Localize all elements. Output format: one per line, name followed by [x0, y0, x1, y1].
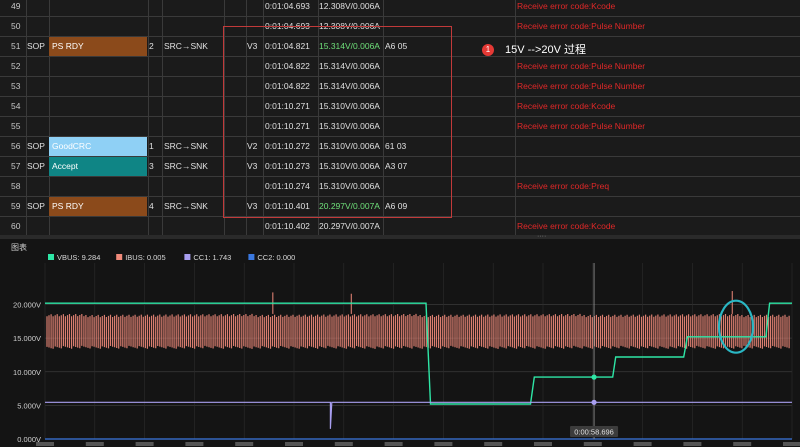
table-row[interactable]: 60 0:01:10.402 20.297V/0.007A Receive error…	[0, 217, 800, 235]
error-cell: Receive error code:Pulse Number	[517, 61, 646, 71]
x-tick-label	[733, 442, 752, 446]
row-number: 57	[11, 161, 21, 171]
cursor-time-label: 0:00:58.696	[574, 428, 614, 437]
x-tick-label	[334, 442, 353, 446]
x-tick-label	[185, 442, 204, 446]
time-cell: 0:01:10.402	[265, 221, 310, 231]
waveform-chart[interactable]: VBUS: 9.284 IBUS: 0.005 CC1: 1.743 CC2: 0.0…	[0, 239, 800, 447]
time-cell: 0:01:04.693	[265, 1, 310, 11]
y-tick-label: 5.000V	[17, 401, 41, 410]
legend-swatch	[48, 254, 54, 260]
x-tick-label	[85, 442, 104, 446]
message-cell: PS RDY	[49, 197, 147, 216]
legend-swatch	[184, 254, 191, 260]
x-tick-label	[783, 442, 800, 446]
x-tick-label	[235, 442, 254, 446]
row-number: 55	[11, 121, 21, 131]
sop-cell: SOP	[27, 161, 45, 171]
x-tick-label	[484, 442, 503, 446]
legend-swatch	[248, 254, 255, 260]
direction-cell: SRC→SNK	[164, 41, 208, 51]
direction-cell: SRC→SNK	[164, 141, 208, 151]
error-cell: Receive error code:Pulse Number	[517, 21, 646, 31]
x-tick-label	[36, 442, 54, 446]
error-cell: Receive error code:Kcode	[517, 1, 616, 11]
legend-label: VBUS: 9.284	[57, 253, 100, 262]
direction-cell: SRC→SNK	[164, 201, 208, 211]
index-cell: 1	[149, 141, 154, 151]
cursor-point-cc1	[591, 399, 597, 405]
x-tick-label	[135, 442, 154, 446]
legend-label: CC1: 1.743	[193, 253, 231, 262]
sop-cell: SOP	[27, 41, 45, 51]
vbus-ibus-cell: 12.308V/0.006A	[319, 1, 380, 11]
direction-cell: SRC→SNK	[164, 161, 208, 171]
legend-label: CC2: 0.000	[257, 253, 295, 262]
x-tick-label	[285, 442, 303, 446]
annotation-text: 15V -->20V 过程	[505, 44, 587, 56]
x-tick-label	[583, 442, 602, 446]
x-tick-label	[534, 442, 552, 446]
x-tick-label	[434, 442, 453, 446]
row-number: 51	[11, 41, 21, 51]
message-cell: GoodCRC	[49, 137, 147, 156]
error-cell: Receive error code:Pulse Number	[517, 81, 646, 91]
y-tick-label: 20.000V	[13, 301, 41, 310]
row-number: 56	[11, 141, 21, 151]
row-number: 50	[11, 21, 21, 31]
legend-swatch	[116, 254, 123, 260]
highlight-box	[223, 26, 452, 218]
row-number: 59	[11, 201, 21, 211]
row-number: 52	[11, 61, 21, 71]
sop-cell: SOP	[27, 201, 45, 211]
row-number: 54	[11, 101, 21, 111]
index-cell: 3	[149, 161, 154, 171]
cursor-point-vbus	[591, 374, 597, 380]
x-tick-label	[683, 442, 702, 446]
table-row[interactable]: 49 0:01:04.693 12.308V/0.006A Receive error…	[0, 0, 800, 17]
x-tick-label	[633, 442, 652, 446]
error-cell: Receive error code:Kcode	[517, 221, 616, 231]
legend-label: IBUS: 0.005	[125, 253, 165, 262]
index-cell: 2	[149, 41, 154, 51]
vbus-ibus-cell: 20.297V/0.007A	[319, 221, 380, 231]
y-tick-label: 10.000V	[13, 368, 41, 377]
cc1-line	[45, 401, 792, 429]
ibus-band	[46, 313, 790, 349]
message-cell: PS RDY	[49, 37, 147, 56]
error-cell: Receive error code:Preq	[517, 181, 610, 191]
x-tick-label	[384, 442, 403, 446]
row-number: 60	[11, 221, 21, 231]
message-cell: Accept	[49, 157, 147, 176]
error-cell: Receive error code:Pulse Number	[517, 121, 646, 131]
error-cell: Receive error code:Kcode	[517, 101, 616, 111]
y-tick-label: 15.000V	[13, 334, 41, 343]
index-cell: 4	[149, 201, 154, 211]
row-number: 49	[11, 1, 21, 11]
annotation-badge: 1	[482, 44, 494, 56]
sop-cell: SOP	[27, 141, 45, 151]
row-number: 53	[11, 81, 21, 91]
row-number: 58	[11, 181, 21, 191]
chart-panel: 图表 VBUS: 9.284 IBUS: 0.005 CC1: 1.743 CC2: …	[0, 239, 800, 447]
